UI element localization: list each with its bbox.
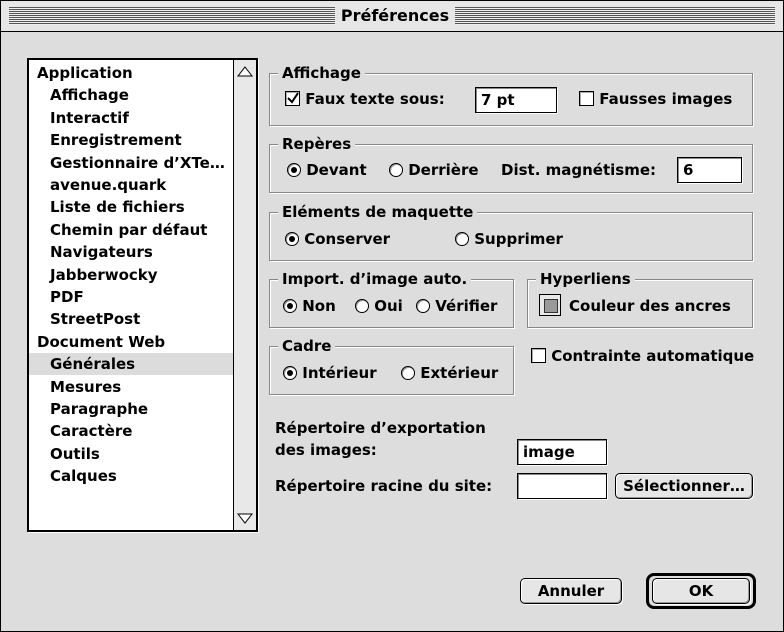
title-bar-stripes-left bbox=[9, 7, 335, 25]
radio-button[interactable] bbox=[455, 232, 469, 246]
list-item[interactable]: Interactif bbox=[29, 107, 233, 129]
list-item[interactable]: Générales bbox=[29, 353, 233, 376]
cadre-exterieur-radio[interactable]: Extérieur bbox=[401, 362, 498, 384]
radio-button[interactable] bbox=[416, 299, 430, 313]
scrollbar[interactable] bbox=[233, 60, 256, 530]
devant-label: Devant bbox=[306, 161, 367, 179]
verifier-label: Vérifier bbox=[435, 297, 498, 315]
import-verifier-radio[interactable]: Vérifier bbox=[416, 295, 497, 317]
supprimer-label: Supprimer bbox=[474, 230, 563, 248]
list-item[interactable]: StreetPost bbox=[29, 308, 233, 330]
supprimer-radio[interactable]: Supprimer bbox=[455, 228, 563, 250]
radio-button[interactable] bbox=[401, 366, 415, 380]
faux-texte-check-box[interactable] bbox=[285, 91, 300, 106]
contrainte-check-box[interactable] bbox=[531, 348, 546, 363]
scroll-up-button[interactable] bbox=[234, 62, 256, 82]
racine-field[interactable] bbox=[517, 473, 607, 499]
faux-texte-checkbox[interactable]: Faux texte sous: bbox=[285, 88, 445, 110]
radio-button-selected[interactable] bbox=[285, 232, 299, 246]
cadre-interieur-radio[interactable]: Intérieur bbox=[283, 362, 377, 384]
list-item[interactable]: Chemin par défaut bbox=[29, 219, 233, 241]
racine-label: Répertoire racine du site: bbox=[275, 477, 493, 495]
export-label-line1: Répertoire d’exportation bbox=[275, 419, 486, 437]
list-item[interactable]: Calques bbox=[29, 465, 233, 487]
dist-magnetisme-label: Dist. magnétisme: bbox=[501, 161, 656, 179]
contrainte-automatique-checkbox[interactable]: Contrainte automatique bbox=[531, 345, 754, 367]
fausses-images-check-box[interactable] bbox=[579, 91, 594, 106]
scroll-down-button[interactable] bbox=[234, 508, 256, 528]
conserver-label: Conserver bbox=[304, 230, 391, 248]
list-item[interactable]: Outils bbox=[29, 443, 233, 465]
list-item[interactable]: Caractère bbox=[29, 420, 233, 442]
affichage-title: Affichage bbox=[278, 63, 365, 83]
couleur-ancres-control[interactable]: Couleur des ancres bbox=[539, 294, 731, 317]
list-item[interactable]: Affichage bbox=[29, 84, 233, 106]
select-button[interactable]: Sélectionner… bbox=[615, 473, 753, 499]
list-item[interactable]: Liste de fichiers bbox=[29, 196, 233, 218]
cancel-button[interactable]: Annuler bbox=[520, 578, 622, 604]
reperes-devant-radio[interactable]: Devant bbox=[287, 159, 367, 181]
list-item[interactable]: Jabberwocky bbox=[29, 264, 233, 286]
radio-button-selected[interactable] bbox=[283, 366, 297, 380]
cadre-title: Cadre bbox=[278, 336, 336, 356]
faux-texte-label: Faux texte sous: bbox=[305, 90, 445, 108]
exterieur-label: Extérieur bbox=[420, 364, 499, 382]
dist-magnetisme-field[interactable]: 6 bbox=[677, 157, 742, 183]
conserver-radio[interactable]: Conserver bbox=[285, 228, 390, 250]
color-swatch-icon[interactable] bbox=[539, 294, 561, 316]
list-item[interactable]: Paragraphe bbox=[29, 398, 233, 420]
radio-button[interactable] bbox=[355, 299, 369, 313]
preferences-window: Préférences Application Affichage Interact… bbox=[0, 0, 784, 632]
title-bar-stripes-right bbox=[455, 7, 775, 25]
title-bar[interactable]: Préférences bbox=[1, 1, 783, 32]
contrainte-label: Contrainte automatique bbox=[551, 347, 755, 365]
list-item[interactable]: Gestionnaire d’XTe… bbox=[29, 152, 233, 174]
category-list-items: Application Affichage Interactif Enregistre… bbox=[29, 60, 233, 530]
hyperliens-title: Hyperliens bbox=[536, 269, 635, 289]
fausses-images-label: Fausses images bbox=[599, 90, 733, 108]
import-non-radio[interactable]: Non bbox=[283, 295, 336, 317]
oui-label: Oui bbox=[374, 297, 403, 315]
arrow-up-icon bbox=[237, 66, 253, 77]
list-item[interactable]: Navigateurs bbox=[29, 241, 233, 263]
reperes-derriere-radio[interactable]: Derrière bbox=[389, 159, 479, 181]
derriere-label: Derrière bbox=[408, 161, 479, 179]
fausses-images-checkbox[interactable]: Fausses images bbox=[579, 88, 732, 110]
arrow-down-icon bbox=[237, 513, 253, 524]
list-item[interactable]: Mesures bbox=[29, 376, 233, 398]
list-item[interactable]: PDF bbox=[29, 286, 233, 308]
couleur-ancres-label: Couleur des ancres bbox=[569, 297, 731, 315]
reperes-title: Repères bbox=[278, 134, 356, 154]
import-image-title: Import. d’image auto. bbox=[278, 269, 472, 289]
interieur-label: Intérieur bbox=[302, 364, 377, 382]
category-list[interactable]: Application Affichage Interactif Enregistre… bbox=[27, 58, 258, 532]
faux-texte-size-field[interactable]: 7 pt bbox=[475, 87, 557, 113]
export-label-line2: des images: bbox=[275, 441, 377, 459]
window-title: Préférences bbox=[340, 6, 450, 25]
list-item[interactable]: avenue.quark bbox=[29, 174, 233, 196]
import-oui-radio[interactable]: Oui bbox=[355, 295, 403, 317]
export-dir-field[interactable]: image bbox=[517, 439, 607, 465]
radio-button-selected[interactable] bbox=[287, 163, 301, 177]
maquette-title: Eléments de maquette bbox=[278, 202, 478, 222]
ok-button[interactable]: OK bbox=[652, 578, 750, 604]
radio-button[interactable] bbox=[389, 163, 403, 177]
radio-button-selected[interactable] bbox=[283, 299, 297, 313]
non-label: Non bbox=[302, 297, 336, 315]
checkmark-icon bbox=[287, 92, 299, 104]
list-item[interactable]: Document Web bbox=[29, 331, 233, 353]
list-item[interactable]: Application bbox=[29, 62, 233, 84]
list-item[interactable]: Enregistrement bbox=[29, 129, 233, 151]
